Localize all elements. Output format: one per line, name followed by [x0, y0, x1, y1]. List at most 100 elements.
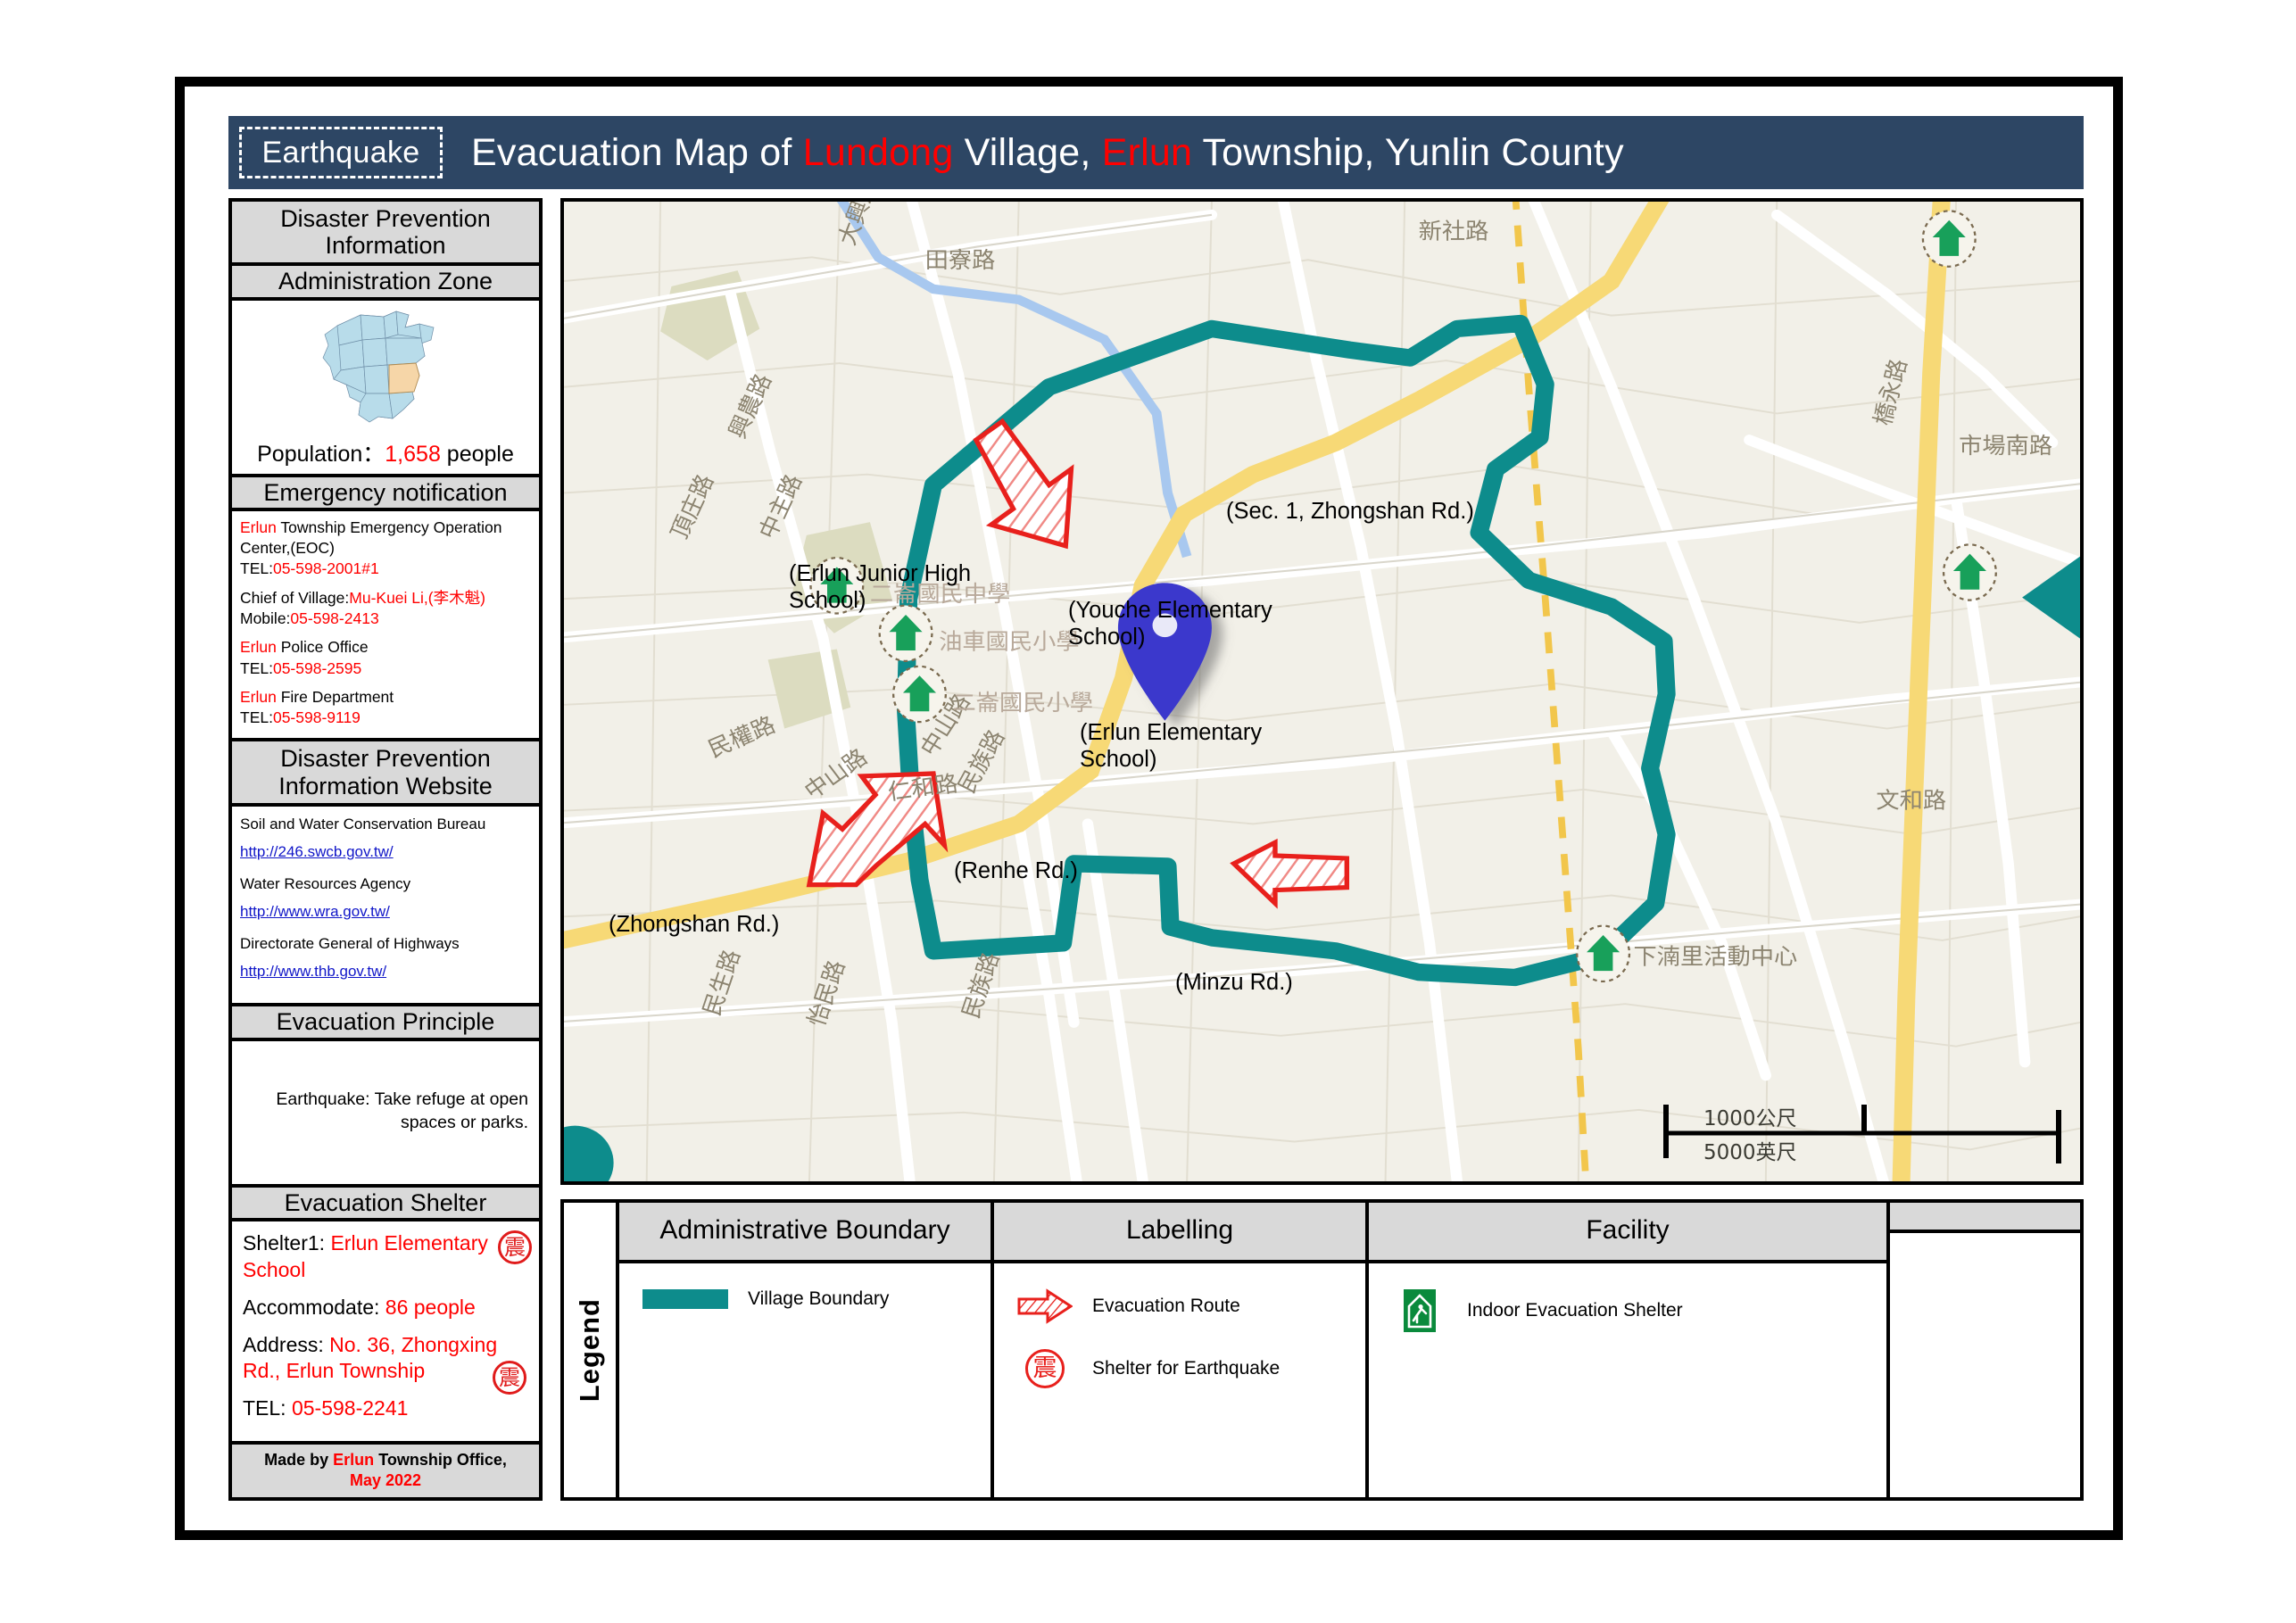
- contact-tel-label: TEL:: [240, 658, 273, 677]
- website-link-wra[interactable]: http://www.wra.gov.tw/: [240, 902, 531, 922]
- section-header-emergency-notification: Emergency notification: [232, 476, 539, 511]
- title-bar: Earthquake Evacuation Map of Lundong Vil…: [228, 116, 2084, 189]
- legend-panel: Legend Administrative Boundary Village B…: [560, 1199, 2084, 1501]
- contact-org-highlight: Erlun: [240, 687, 277, 706]
- legend-column-header: Labelling: [994, 1203, 1365, 1263]
- legend-icon-wrap: [1392, 1288, 1447, 1333]
- contact-tel-label: TEL:: [240, 559, 273, 578]
- contact-person-name: Mu-Kuei Li,(李木魁): [349, 588, 485, 607]
- population-value: 1,658: [385, 441, 441, 467]
- made-by-office-highlight: Erlun: [333, 1450, 375, 1469]
- shelter-capacity-row: Accommodate: 86 people: [243, 1295, 528, 1321]
- contact-tel-label: TEL:: [240, 708, 273, 727]
- shelter-tel-value: 05-598-2241: [291, 1396, 409, 1420]
- sidebar: Disaster Prevention Information Administ…: [228, 198, 543, 1501]
- emergency-contact-item: Erlun Township Emergency Operation Cente…: [240, 518, 531, 580]
- contact-tel-value: 05-598-9119: [272, 708, 361, 727]
- hazard-type-label: Earthquake: [261, 135, 420, 170]
- legend-item: Village Boundary: [642, 1288, 991, 1310]
- shelter-address-label: Address:: [243, 1333, 330, 1357]
- township-village-map-icon: [322, 311, 435, 423]
- legend-column-labelling: Labelling Evacuation Route 震 Shelter for…: [994, 1203, 1369, 1497]
- map-scale-bar: 1000公尺 5000英尺: [1661, 1099, 2064, 1169]
- legend-icon-wrap: [1017, 1288, 1073, 1324]
- legend-column-empty: [1890, 1203, 2080, 1497]
- page-title: Evacuation Map of Lundong Village, Erlun…: [471, 131, 1624, 175]
- made-by-prefix: Made by: [264, 1450, 334, 1469]
- website-link-swcb[interactable]: http://246.swcb.gov.tw/: [240, 842, 531, 862]
- road-label-cjk: 田寮路: [925, 248, 996, 274]
- title-suffix: Township, Yunlin County: [1192, 130, 1624, 174]
- website-link-thb[interactable]: http://www.thb.gov.tw/: [240, 962, 531, 981]
- emergency-contact-item: Erlun Police Office TEL:05-598-2595: [240, 637, 531, 679]
- indoor-shelter-icon: [1921, 210, 1977, 268]
- contact-tel-value: 05-598-2413: [290, 609, 379, 627]
- contact-org-name: Township Emergency Operation Center,(EOC…: [240, 518, 502, 558]
- boundary-line-swatch: [642, 1289, 728, 1309]
- population-row: Population：1,658 people: [232, 433, 539, 477]
- legend-column-facility: Facility Indoor Evacuation Shelter: [1369, 1203, 1890, 1497]
- emergency-contact-item: Chief of Village:Mu-Kuei Li,(李木魁) Mobile…: [240, 588, 531, 630]
- contact-org-highlight: Erlun: [240, 518, 277, 536]
- legend-column-header: [1890, 1203, 2080, 1233]
- road-label-cjk: 市場南路: [1959, 433, 2052, 459]
- legend-item-label: Shelter for Earthquake: [1092, 1358, 1281, 1379]
- section-header-disaster-prevention-information: Disaster Prevention Information: [232, 202, 539, 267]
- legend-title: Legend: [574, 1297, 605, 1403]
- legend-item-label: Evacuation Route: [1092, 1296, 1240, 1316]
- map-canvas: 大興路 田寮路 新社路 興農路 頂庄路 中主路 民權路 中山路 中山路 仁和路 …: [564, 202, 2080, 1181]
- title-mid: Village,: [953, 130, 1102, 174]
- website-list: Soil and Water Conservation Bureau http:…: [232, 807, 539, 1007]
- legend-column-body: Village Boundary: [619, 1263, 991, 1497]
- emergency-contact-item: Erlun Fire Department TEL:05-598-9119: [240, 687, 531, 729]
- section-header-disaster-prevention-website: Disaster Prevention Information Website: [232, 741, 539, 807]
- scale-label-imperial: 5000英尺: [1703, 1141, 1797, 1164]
- shelter-tel-row: TEL: 05-598-2241: [243, 1395, 528, 1421]
- legend-item-label: Indoor Evacuation Shelter: [1467, 1300, 1683, 1321]
- evacuation-arrow-icon: [1017, 1288, 1073, 1324]
- administration-zone-thumbnail: [232, 301, 539, 433]
- title-village: Lundong: [802, 130, 954, 174]
- indoor-shelter-icon: [1404, 1289, 1436, 1332]
- contact-tel-value: 05-598-2595: [272, 658, 362, 677]
- legend-column-header: Facility: [1369, 1203, 1886, 1263]
- legend-item: 震 Shelter for Earthquake: [1017, 1349, 1365, 1388]
- evacuation-map[interactable]: 大興路 田寮路 新社路 興農路 頂庄路 中主路 民權路 中山路 中山路 仁和路 …: [560, 198, 2084, 1185]
- legend-column-body: Evacuation Route 震 Shelter for Earthquak…: [994, 1263, 1365, 1497]
- earthquake-seal-icon: 震: [1025, 1349, 1065, 1388]
- contact-tel-value: 05-598-2001#1: [272, 559, 379, 578]
- website-org-name: Directorate General of Highways: [240, 935, 460, 953]
- legend-icon-wrap: 震: [1017, 1349, 1073, 1388]
- shelter-name-row: Shelter1: Erlun Elementary School: [243, 1230, 528, 1282]
- scale-label-metric: 1000公尺: [1703, 1107, 1797, 1130]
- legend-column-header: Administrative Boundary: [619, 1203, 991, 1263]
- section-header-administration-zone: Administration Zone: [232, 266, 539, 301]
- shelter-name-label: Shelter1:: [243, 1231, 331, 1255]
- indoor-shelter-icon: [1576, 924, 1631, 983]
- section-header-evacuation-shelter: Evacuation Shelter: [232, 1188, 539, 1222]
- legend-column-body: [1890, 1233, 2080, 1497]
- legend-column-administrative-boundary: Administrative Boundary Village Boundary: [619, 1203, 994, 1497]
- legend-item-label: Village Boundary: [748, 1288, 890, 1309]
- poster-inner: Earthquake Evacuation Map of Lundong Vil…: [193, 95, 2105, 1522]
- contact-org-name: Fire Department: [276, 687, 394, 706]
- made-by-date: May 2022: [349, 1471, 422, 1490]
- indoor-shelter-icon: [878, 604, 933, 662]
- legend-side-label: Legend: [564, 1203, 619, 1497]
- facility-label-cjk: 油車國民小學: [939, 629, 1079, 655]
- shelter-capacity-value: 86 people: [385, 1295, 476, 1319]
- made-by-suffix: Township Office,: [374, 1450, 507, 1469]
- indoor-shelter-icon: [1942, 543, 1997, 601]
- hazard-type-chip: Earthquake: [239, 127, 443, 178]
- contact-tel-label: Mobile:: [240, 609, 291, 627]
- poster-frame: Earthquake Evacuation Map of Lundong Vil…: [175, 77, 2123, 1540]
- evacuation-principle-text: Earthquake: Take refuge at open spaces o…: [232, 1041, 539, 1188]
- road-label-cjk: 文和路: [1876, 788, 1946, 814]
- shelter-capacity-label: Accommodate:: [243, 1295, 385, 1319]
- legend-item: Evacuation Route: [1017, 1288, 1365, 1324]
- legend-column-body: Indoor Evacuation Shelter: [1369, 1263, 1886, 1497]
- website-org-name: Soil and Water Conservation Bureau: [240, 815, 486, 832]
- indoor-shelter-icon: [809, 557, 865, 615]
- facility-label-cjk: 下湳里活動中心: [1634, 944, 1798, 970]
- shelter-address-row: Address: No. 36, Zhongxing Rd., Erlun To…: [243, 1332, 528, 1384]
